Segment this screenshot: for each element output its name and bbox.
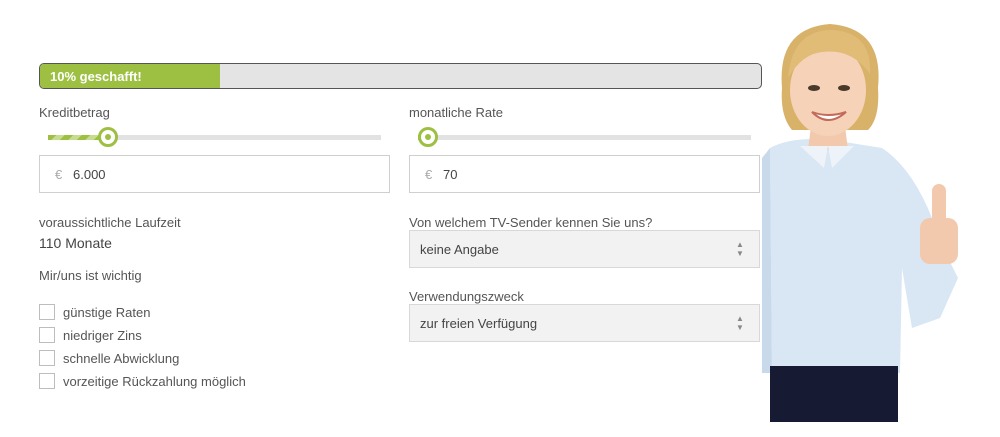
duration-label: voraussichtliche Laufzeit	[39, 215, 181, 230]
tv-channel-label: Von welchem TV-Sender kennen Sie uns?	[409, 215, 653, 230]
select-arrows-icon: ▲ ▼	[736, 314, 744, 332]
progress-text: 10% geschafft!	[50, 68, 142, 84]
euro-icon: €	[425, 166, 433, 182]
slider-track	[418, 135, 751, 140]
checkbox[interactable]	[39, 327, 55, 343]
checkbox[interactable]	[39, 350, 55, 366]
important-label: Mir/uns ist wichtig	[39, 268, 142, 283]
woman-thumbs-up-image	[762, 24, 958, 422]
checkbox-row-low-interest[interactable]: niedriger Zins	[39, 327, 142, 343]
tv-channel-selected: keine Angabe	[420, 241, 499, 257]
purpose-select[interactable]: zur freien Verfügung ▲ ▼	[409, 304, 760, 342]
monthly-rate-input[interactable]	[443, 166, 643, 182]
checkbox-label: schnelle Abwicklung	[63, 350, 180, 366]
checkbox[interactable]	[39, 304, 55, 320]
monthly-rate-field[interactable]: €	[409, 155, 760, 193]
progress-bar: 10% geschafft!	[39, 63, 762, 89]
slider-thumb[interactable]	[417, 127, 438, 147]
credit-amount-field[interactable]: €	[39, 155, 390, 193]
duration-value: 110 Monate	[39, 235, 112, 251]
checkbox-label: günstige Raten	[63, 304, 151, 320]
checkbox-row-early-repayment[interactable]: vorzeitige Rückzahlung möglich	[39, 373, 246, 389]
checkbox-row-fast-processing[interactable]: schnelle Abwicklung	[39, 350, 179, 366]
purpose-label: Verwendungszweck	[409, 289, 524, 304]
progress-fill: 10% geschafft!	[40, 64, 221, 88]
credit-amount-label: Kreditbetrag	[39, 105, 110, 120]
credit-amount-input[interactable]	[73, 166, 273, 182]
monthly-rate-label: monatliche Rate	[409, 105, 503, 120]
checkbox-row-cheap-rates[interactable]: günstige Raten	[39, 304, 150, 320]
checkbox[interactable]	[39, 373, 55, 389]
credit-amount-slider[interactable]	[48, 127, 381, 147]
purpose-selected: zur freien Verfügung	[420, 315, 538, 331]
tv-channel-select[interactable]: keine Angabe ▲ ▼	[409, 230, 760, 268]
euro-icon: €	[55, 166, 63, 182]
checkbox-label: niedriger Zins	[63, 327, 142, 343]
monthly-rate-slider[interactable]	[417, 127, 751, 147]
select-arrows-icon: ▲ ▼	[736, 240, 744, 258]
slider-thumb[interactable]	[97, 127, 118, 147]
checkbox-label: vorzeitige Rückzahlung möglich	[63, 373, 246, 389]
